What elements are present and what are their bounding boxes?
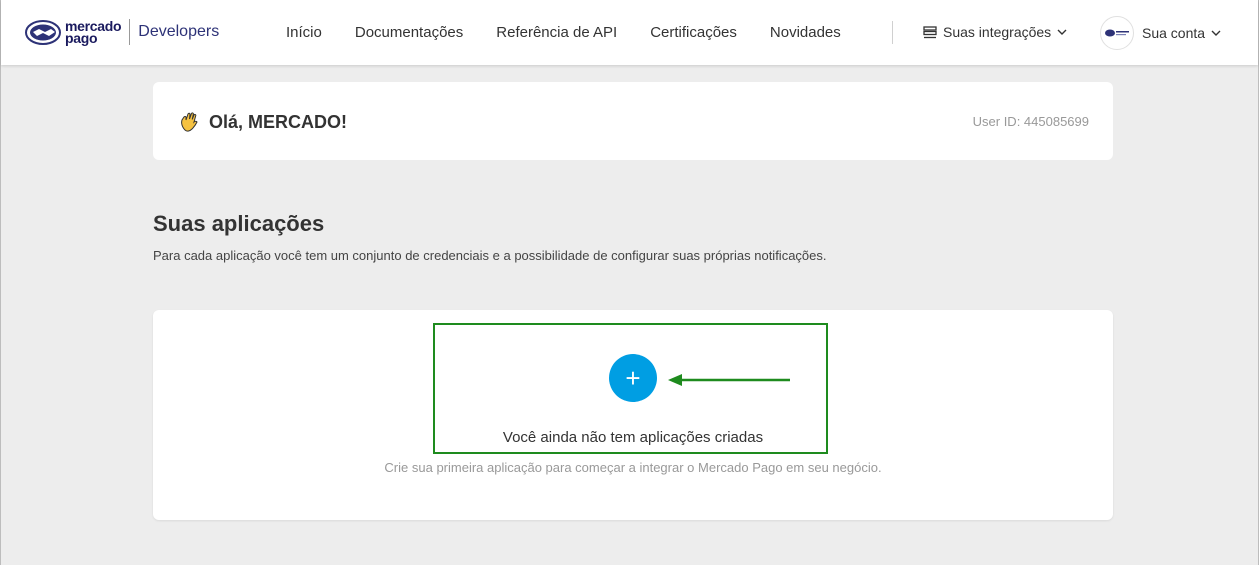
mercado-pago-logo[interactable]: mercado pago Developers	[25, 19, 219, 45]
avatar	[1100, 16, 1134, 50]
nav-documentacoes[interactable]: Documentações	[355, 24, 463, 41]
integrations-label: Suas integrações	[943, 24, 1052, 40]
add-application-button[interactable]: +	[609, 354, 657, 402]
logo-separator	[129, 19, 131, 45]
developers-label: Developers	[138, 23, 220, 40]
nav-novidades[interactable]: Novidades	[770, 24, 841, 41]
section-description: Para cada aplicação você tem um conjunto…	[153, 248, 827, 263]
empty-state-title: Você ainda não tem aplicações criadas	[502, 429, 764, 446]
empty-state-subtitle: Crie sua primeira aplicação para começar…	[384, 460, 882, 475]
page-title: Suas aplicações	[153, 211, 325, 236]
integrations-menu[interactable]: Suas integrações	[923, 24, 1067, 40]
nav-referencia-api[interactable]: Referência de API	[496, 24, 617, 41]
chevron-down-icon	[1211, 30, 1221, 36]
integrations-icon	[923, 25, 937, 38]
user-id: User ID: 445085699	[972, 114, 1089, 129]
greeting: Olá, MERCADO!	[179, 111, 347, 133]
applications-card: + Você ainda não tem aplicações criadas …	[153, 310, 1113, 520]
nav-inicio[interactable]: Início	[286, 24, 322, 41]
arrow-left-icon	[668, 374, 790, 386]
greeting-text: Olá, MERCADO!	[209, 111, 348, 132]
top-navbar: mercado pago Developers Início Documenta…	[1, 0, 1258, 65]
handshake-logo-icon	[25, 19, 61, 45]
greeting-card: Olá, MERCADO! User ID: 445085699	[153, 82, 1113, 160]
account-label: Sua conta	[1142, 25, 1206, 41]
main-nav: Início Documentações Referência de API C…	[286, 24, 874, 41]
page: mercado pago Developers Início Documenta…	[0, 0, 1259, 565]
avatar-icon	[1105, 29, 1129, 37]
nav-divider	[892, 21, 893, 44]
logo-wordmark: mercado pago	[65, 19, 122, 45]
nav-certificacoes[interactable]: Certificações	[650, 24, 737, 41]
chevron-down-icon	[1057, 29, 1067, 35]
waving-hand-icon	[181, 112, 198, 132]
plus-icon: +	[625, 362, 641, 393]
account-menu[interactable]: Sua conta	[1100, 16, 1221, 50]
